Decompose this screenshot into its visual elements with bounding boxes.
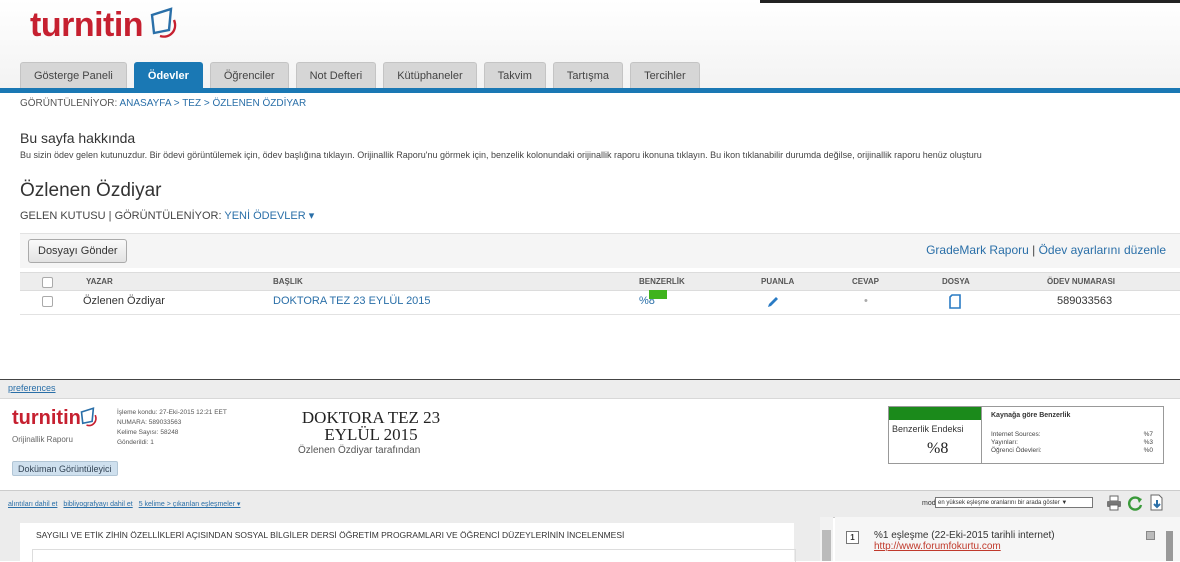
document-viewer-button[interactable]: Doküman Görüntüleyici — [12, 461, 118, 476]
similarity-index-label: Benzerlik Endeksi — [892, 424, 964, 434]
similarity-divider — [981, 407, 982, 463]
match-number[interactable]: 1 — [846, 531, 859, 544]
tab-libraries[interactable]: Kütüphaneler — [383, 62, 477, 88]
tab-assignments[interactable]: Ödevler — [133, 62, 203, 88]
similarity-bar[interactable] — [649, 290, 667, 299]
refresh-icon[interactable] — [1126, 494, 1144, 512]
include-quotes-link[interactable]: alıntıları dahil et — [8, 501, 57, 508]
report-toolbar: alıntıları dahil et bibliyografyayı dahil… — [0, 490, 1180, 518]
tab-dashboard[interactable]: Gösterge Paneli — [20, 62, 127, 88]
col-grade: PUANLA — [761, 277, 795, 286]
report-meta: İşleme kondu: 27-Eki-2015 12:21 EET NUMA… — [117, 408, 227, 448]
col-file: DOSYA — [942, 277, 970, 286]
tab-preferences[interactable]: Tercihler — [630, 62, 700, 88]
similarity-index-bar — [889, 407, 981, 420]
document-author: Özlenen Özdiyar tarafından — [298, 445, 421, 456]
include-bibliography-link[interactable]: bibliyografyayı dahil et — [63, 501, 132, 508]
document-heading: SAYGILI VE ETİK ZİHİN ÖZELLİKLERİ AÇISIN… — [36, 530, 625, 540]
document-content-box — [32, 549, 796, 562]
tab-students[interactable]: Öğrenciler — [209, 62, 289, 88]
mode-select[interactable]: en yüksek eşleşme oranlarını bir arada g… — [935, 497, 1093, 508]
about-text: Bu sizin ödev gelen kutunuzdur. Bir ödev… — [20, 150, 982, 160]
similarity-summary: Benzerlik Endeksi %8 Kaynağa göre Benzer… — [888, 406, 1164, 464]
file-icon[interactable] — [949, 294, 961, 317]
source-row-student: Öğrenci Ödevleri: %0 — [991, 447, 1153, 454]
grademark-report-link[interactable]: GradeMark Raporu — [926, 243, 1029, 257]
submit-file-button[interactable]: Dosyayı Gönder — [28, 239, 128, 263]
meta-id: NUMARA: 589033563 — [117, 419, 182, 426]
turnitin-logo-icon — [150, 7, 177, 38]
source-row-publications: Yayınları: %3 — [991, 439, 1153, 446]
meta-word-count: Kelime Sayısı: 58248 — [117, 429, 179, 436]
col-response: CEVAP — [852, 277, 879, 286]
select-all-checkbox[interactable] — [42, 277, 53, 288]
col-title[interactable]: BAŞLIK — [273, 273, 303, 290]
match-scroll-thumb[interactable] — [1166, 531, 1173, 561]
download-icon[interactable] — [1148, 494, 1166, 512]
report-logo-icon — [80, 407, 97, 427]
report-logo[interactable]: turnitin — [12, 407, 81, 430]
col-similarity[interactable]: BENZERLİK — [639, 273, 685, 290]
similarity-index-value: %8 — [927, 440, 949, 457]
turnitin-logo[interactable]: turnitin — [30, 6, 144, 45]
assignment-settings-link[interactable]: Ödev ayarlarını düzenle — [1039, 243, 1166, 257]
match-url-link[interactable]: http://www.forumfokurtu.com — [874, 541, 1001, 552]
viewing-label: GÖRÜNTÜLENİYOR: — [114, 210, 225, 222]
response-indicator: • — [864, 295, 868, 307]
source-heading: Kaynağa göre Benzerlik — [991, 412, 1071, 419]
table-header: YAZAR BAŞLIK BENZERLİK PUANLA CEVAP DOSY… — [20, 272, 1180, 291]
source-row-internet: Internet Sources: %7 — [991, 431, 1153, 438]
tab-gradebook[interactable]: Not Defteri — [295, 62, 377, 88]
report-subtitle: Orijinallik Raporu — [12, 435, 73, 444]
tab-underline — [0, 88, 1180, 93]
preferences-link[interactable]: preferences — [8, 383, 56, 393]
row-checkbox[interactable] — [42, 296, 53, 307]
action-links: GradeMark Raporu | Ödev ayarlarını düzen… — [926, 243, 1166, 257]
breadcrumb-path[interactable]: ANASAYFA > TEZ > ÖZLENEN ÖZDİYAR — [119, 98, 306, 109]
filter-links: alıntıları dahil et bibliyografyayı dahil… — [8, 500, 246, 508]
page-title: Özlenen Özdiyar — [20, 180, 162, 201]
preferences-bar: preferences — [0, 380, 1180, 398]
tab-calendar[interactable]: Takvim — [483, 62, 546, 88]
col-paper-id[interactable]: ÖDEV NUMARASI — [1047, 273, 1115, 290]
exclude-small-matches-link[interactable]: 5 kelime > çıkarılan eşleşmeler ▾ — [139, 501, 241, 508]
meta-submitted: Gönderildi: 1 — [117, 439, 154, 446]
meta-processed: İşleme kondu: 27-Eki-2015 12:21 EET — [117, 409, 227, 416]
row-title-link[interactable]: DOKTORA TEZ 23 EYLÜL 2015 — [273, 290, 431, 312]
col-author[interactable]: YAZAR — [86, 273, 113, 290]
inbox-line: GELEN KUTUSU | GÖRÜNTÜLENİYOR: YENİ ÖDEV… — [20, 210, 315, 222]
document-scroll-thumb[interactable] — [822, 530, 831, 561]
document-title: DOKTORA TEZ 23 EYLÜL 2015 — [301, 408, 441, 444]
match-toggle-icon[interactable] — [1146, 531, 1155, 540]
tab-discussion[interactable]: Tartışma — [552, 62, 624, 88]
viewing-filter-dropdown[interactable]: YENİ ÖDEVLER ▾ — [224, 210, 314, 222]
window-edge — [760, 0, 1180, 3]
main-tabs: Gösterge Paneli Ödevler Öğrenciler Not D… — [20, 62, 707, 88]
action-bar: Dosyayı Gönder GradeMark Raporu | Ödev a… — [20, 233, 1180, 268]
row-paper-id: 589033563 — [1057, 295, 1113, 307]
table-row: Özlenen Özdiyar DOKTORA TEZ 23 EYLÜL 201… — [20, 290, 1180, 315]
grade-pencil-icon[interactable] — [766, 295, 780, 317]
row-author: Özlenen Özdiyar — [83, 295, 165, 307]
inbox-label: GELEN KUTUSU — [20, 210, 106, 222]
print-icon[interactable] — [1105, 494, 1123, 512]
match-description: %1 eşleşme (22-Eki-2015 tarihli internet… — [874, 530, 1055, 541]
breadcrumb-prefix: GÖRÜNTÜLENİYOR: — [20, 98, 120, 109]
breadcrumb: GÖRÜNTÜLENİYOR: ANASAYFA > TEZ > ÖZLENEN… — [20, 98, 306, 109]
about-heading: Bu sayfa hakkında — [20, 130, 136, 146]
